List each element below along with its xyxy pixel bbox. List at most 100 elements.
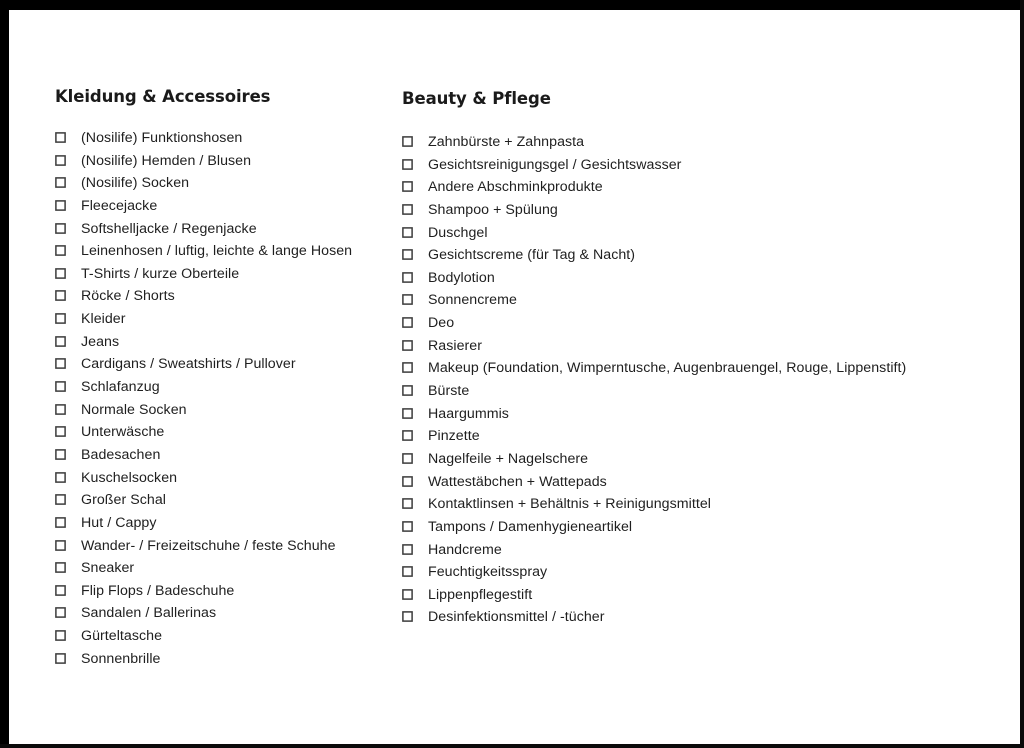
- checklist-item[interactable]: Sonnenbrille: [55, 651, 415, 674]
- checklist-item[interactable]: Sonnencreme: [402, 292, 1002, 315]
- empty-checkbox-icon[interactable]: [402, 204, 428, 217]
- empty-checkbox-icon[interactable]: [402, 385, 428, 398]
- checklist-item[interactable]: (Nosilife) Hemden / Blusen: [55, 153, 415, 176]
- checklist-item-label: Flip Flops / Badeschuhe: [81, 582, 235, 599]
- empty-checkbox-icon[interactable]: [55, 630, 81, 643]
- checklist-item[interactable]: Deo: [402, 315, 1002, 338]
- checklist-item[interactable]: Lippenpflegestift: [402, 587, 1002, 610]
- empty-checkbox-icon[interactable]: [55, 403, 81, 417]
- checklist-item[interactable]: Kontaktlinsen + Behältnis + Reinigungsmi…: [402, 496, 1002, 519]
- checklist-item[interactable]: Badesachen: [55, 447, 415, 470]
- checklist-item[interactable]: Andere Abschminkprodukte: [402, 179, 1002, 202]
- empty-checkbox-icon[interactable]: [55, 517, 81, 530]
- checklist-item[interactable]: Nagelfeile + Nagelschere: [402, 451, 1002, 474]
- empty-checkbox-icon[interactable]: [402, 317, 428, 330]
- empty-checkbox-icon[interactable]: [402, 339, 428, 353]
- empty-checkbox-icon[interactable]: [402, 566, 428, 579]
- empty-checkbox-icon[interactable]: [55, 222, 81, 236]
- checklist-item[interactable]: Unterwäsche: [55, 424, 415, 447]
- empty-checkbox-icon[interactable]: [402, 136, 428, 149]
- checklist-item-label: Feuchtigkeitsspray: [428, 564, 548, 581]
- empty-checkbox-icon[interactable]: [55, 494, 81, 507]
- empty-checkbox-icon[interactable]: [55, 539, 81, 553]
- checklist-item[interactable]: Haargummis: [402, 406, 1002, 429]
- checklist-item[interactable]: Großer Schal: [55, 492, 415, 515]
- empty-checkbox-icon[interactable]: [55, 132, 81, 145]
- checklist-item[interactable]: Feuchtigkeitsspray: [402, 564, 1002, 587]
- checklist-item[interactable]: (Nosilife) Funktionshosen: [55, 130, 415, 153]
- empty-checkbox-icon[interactable]: [55, 652, 81, 666]
- empty-checkbox-icon[interactable]: [55, 154, 81, 168]
- checklist-item[interactable]: Shampoo + Spülung: [402, 202, 1002, 225]
- empty-checkbox-icon[interactable]: [55, 313, 81, 326]
- checklist-item[interactable]: Sneaker: [55, 560, 415, 583]
- checklist-item[interactable]: Wattestäbchen + Wattepads: [402, 474, 1002, 497]
- checklist-item[interactable]: Cardigans / Sweatshirts / Pullover: [55, 356, 415, 379]
- checklist-item[interactable]: Kleider: [55, 311, 415, 334]
- page-frame-top: [0, 0, 1024, 10]
- empty-checkbox-icon[interactable]: [55, 245, 81, 258]
- checklist-item[interactable]: Hut / Cappy: [55, 515, 415, 538]
- checklist-item[interactable]: Zahnbürste + Zahnpasta: [402, 134, 1002, 157]
- checklist-item[interactable]: Softshelljacke / Regenjacke: [55, 221, 415, 244]
- empty-checkbox-icon[interactable]: [55, 200, 81, 213]
- checklist-item[interactable]: Sandalen / Ballerinas: [55, 605, 415, 628]
- checklist-item-label: Röcke / Shorts: [81, 288, 175, 305]
- checklist-item[interactable]: Gürteltasche: [55, 628, 415, 651]
- empty-checkbox-icon[interactable]: [55, 358, 81, 371]
- empty-checkbox-icon[interactable]: [402, 294, 428, 307]
- checklist-item[interactable]: Gesichtscreme (für Tag & Nacht): [402, 247, 1002, 270]
- checklist-item[interactable]: Tampons / Damenhygieneartikel: [402, 519, 1002, 542]
- empty-checkbox-icon[interactable]: [55, 177, 81, 190]
- checklist-item[interactable]: Makeup (Foundation, Wimperntusche, Augen…: [402, 360, 1002, 383]
- empty-checkbox-icon[interactable]: [402, 453, 428, 466]
- checklist-item[interactable]: Pinzette: [402, 428, 1002, 451]
- checklist-item[interactable]: Bürste: [402, 383, 1002, 406]
- empty-checkbox-icon[interactable]: [402, 249, 428, 262]
- empty-checkbox-icon[interactable]: [55, 471, 81, 485]
- checklist-item[interactable]: (Nosilife) Socken: [55, 175, 415, 198]
- checklist-item[interactable]: T-Shirts / kurze Oberteile: [55, 266, 415, 289]
- checklist-item[interactable]: Wander- / Freizeitschuhe / feste Schuhe: [55, 538, 415, 561]
- checklist-item[interactable]: Kuschelsocken: [55, 470, 415, 493]
- checklist-item[interactable]: Schlafanzug: [55, 379, 415, 402]
- checklist-item[interactable]: Flip Flops / Badeschuhe: [55, 583, 415, 606]
- checklist-item[interactable]: Leinenhosen / luftig, leichte & lange Ho…: [55, 243, 415, 266]
- empty-checkbox-icon[interactable]: [55, 426, 81, 439]
- empty-checkbox-icon[interactable]: [402, 226, 428, 240]
- empty-checkbox-icon[interactable]: [55, 607, 81, 620]
- checklist-item[interactable]: Fleecejacke: [55, 198, 415, 221]
- checklist-item[interactable]: Bodylotion: [402, 270, 1002, 293]
- checklist-item[interactable]: Desinfektionsmittel / -tücher: [402, 609, 1002, 632]
- empty-checkbox-icon[interactable]: [402, 362, 428, 375]
- checklist-section-beauty: Beauty & Pflege Zahnbürste + Zahnpasta Ge…: [402, 10, 1002, 632]
- empty-checkbox-icon[interactable]: [55, 584, 81, 598]
- empty-checkbox-icon[interactable]: [55, 381, 81, 394]
- empty-checkbox-icon[interactable]: [402, 271, 428, 285]
- checklist-item[interactable]: Jeans: [55, 334, 415, 357]
- empty-checkbox-icon[interactable]: [402, 588, 428, 602]
- empty-checkbox-icon[interactable]: [55, 267, 81, 281]
- empty-checkbox-icon[interactable]: [402, 430, 428, 443]
- empty-checkbox-icon[interactable]: [402, 158, 428, 172]
- empty-checkbox-icon[interactable]: [402, 521, 428, 534]
- checklist-item-label: Cardigans / Sweatshirts / Pullover: [81, 356, 296, 373]
- empty-checkbox-icon[interactable]: [55, 562, 81, 575]
- checklist-item-label: Zahnbürste + Zahnpasta: [428, 134, 585, 150]
- empty-checkbox-icon[interactable]: [55, 335, 81, 349]
- checklist-item[interactable]: Gesichtsreinigungsgel / Gesichtswasser: [402, 157, 1002, 180]
- empty-checkbox-icon[interactable]: [55, 290, 81, 303]
- checklist-item[interactable]: Rasierer: [402, 338, 1002, 361]
- checklist-item[interactable]: Handcreme: [402, 542, 1002, 565]
- empty-checkbox-icon[interactable]: [402, 407, 428, 421]
- checklist-item[interactable]: Röcke / Shorts: [55, 288, 415, 311]
- empty-checkbox-icon[interactable]: [55, 449, 81, 462]
- empty-checkbox-icon[interactable]: [402, 498, 428, 511]
- empty-checkbox-icon[interactable]: [402, 475, 428, 489]
- checklist-item-label: T-Shirts / kurze Oberteile: [81, 265, 240, 282]
- empty-checkbox-icon[interactable]: [402, 543, 428, 557]
- checklist-item[interactable]: Normale Socken: [55, 402, 415, 425]
- empty-checkbox-icon[interactable]: [402, 611, 428, 624]
- empty-checkbox-icon[interactable]: [402, 181, 428, 194]
- checklist-item[interactable]: Duschgel: [402, 225, 1002, 248]
